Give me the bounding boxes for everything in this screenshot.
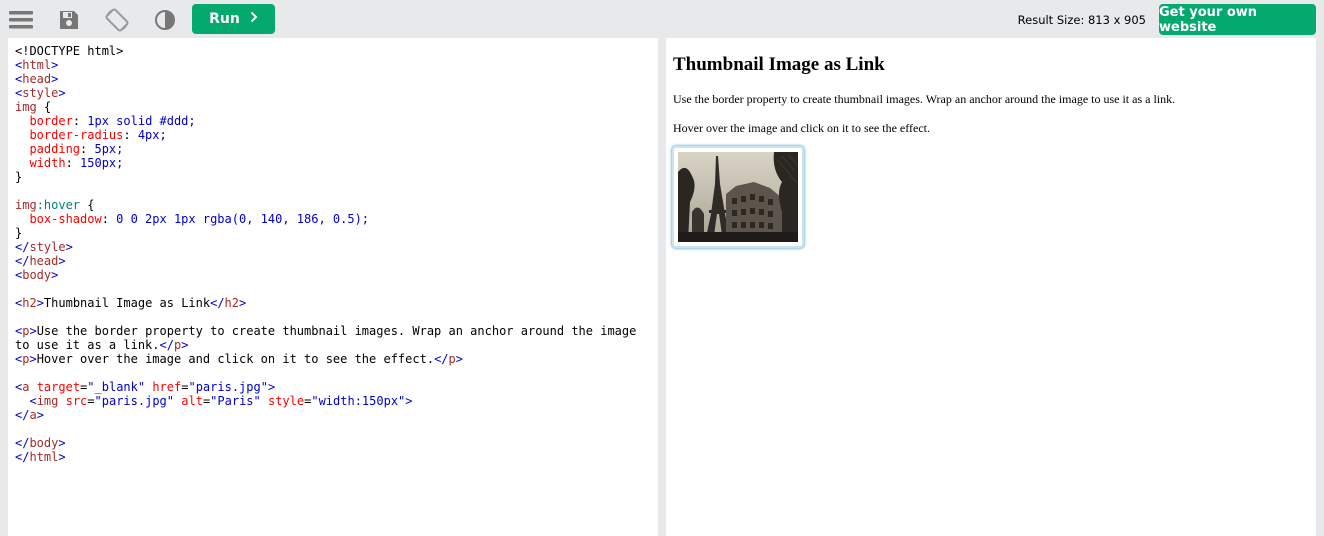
code-line[interactable]: <!DOCTYPE html> (15, 44, 123, 58)
code-line[interactable]: <h2>Thumbnail Image as Link</h2> (15, 296, 246, 310)
pane-divider[interactable] (658, 38, 666, 536)
code-line[interactable]: border-radius: 4px; (15, 128, 166, 142)
hamburger-menu-icon[interactable] (7, 6, 35, 34)
code-line[interactable]: </body> (15, 436, 66, 450)
result-heading: Thumbnail Image as Link (673, 54, 885, 75)
get-own-website-button[interactable]: Get your own website (1159, 4, 1316, 35)
code-line[interactable]: img { (15, 100, 51, 114)
contrast-icon[interactable] (151, 6, 179, 34)
code-line[interactable]: border: 1px solid #ddd; (15, 114, 195, 128)
code-line[interactable]: <p>Hover over the image and click on it … (15, 352, 463, 366)
code-line[interactable]: to use it as a link.</p> (15, 338, 188, 352)
code-line[interactable]: <a target="_blank" href="paris.jpg"> (15, 380, 275, 394)
toolbar: Run Result Size: 813 x 905 Get your own … (0, 0, 1324, 38)
code-line[interactable]: </a> (15, 408, 44, 422)
run-label: Run (209, 11, 240, 27)
result-frame: Thumbnail Image as Link Use the border p… (666, 38, 1316, 536)
code-line[interactable]: <img src="paris.jpg" alt="Paris" style="… (15, 394, 412, 408)
code-line[interactable]: <head> (15, 72, 58, 86)
code-line[interactable]: </html> (15, 450, 66, 464)
code-line[interactable]: </style> (15, 240, 73, 254)
code-line[interactable]: width: 150px; (15, 156, 123, 170)
result-paragraph-2: Hover over the image and click on it to … (673, 121, 931, 135)
code-line[interactable]: } (15, 226, 22, 240)
run-button[interactable]: Run (192, 4, 275, 34)
result-paragraph-1: Use the border property to create thumbn… (673, 92, 1176, 106)
code-line[interactable]: } (15, 170, 22, 184)
rotate-screen-icon[interactable] (103, 6, 131, 34)
code-editor[interactable]: <!DOCTYPE html> <html> <head> <style> im… (8, 38, 658, 536)
code-line[interactable]: <body> (15, 268, 58, 282)
result-size-label: Result Size: 813 x 905 (1017, 13, 1146, 27)
code-line[interactable]: <style> (15, 86, 66, 100)
code-content[interactable]: <!DOCTYPE html> <html> <head> <style> im… (8, 38, 658, 464)
floppy-disk-icon[interactable] (55, 6, 83, 34)
thumbnail-link[interactable] (672, 146, 804, 248)
paris-thumbnail-image[interactable] (678, 152, 798, 242)
code-line[interactable]: padding: 5px; (15, 142, 123, 156)
code-line[interactable]: img:hover { (15, 198, 95, 212)
code-line[interactable]: </head> (15, 254, 66, 268)
code-line[interactable]: <p>Use the border property to create thu… (15, 324, 636, 338)
chevron-right-icon (250, 11, 258, 27)
code-line[interactable]: <html> (15, 58, 58, 72)
code-line[interactable]: box-shadow: 0 0 2px 1px rgba(0, 140, 186… (15, 212, 369, 226)
